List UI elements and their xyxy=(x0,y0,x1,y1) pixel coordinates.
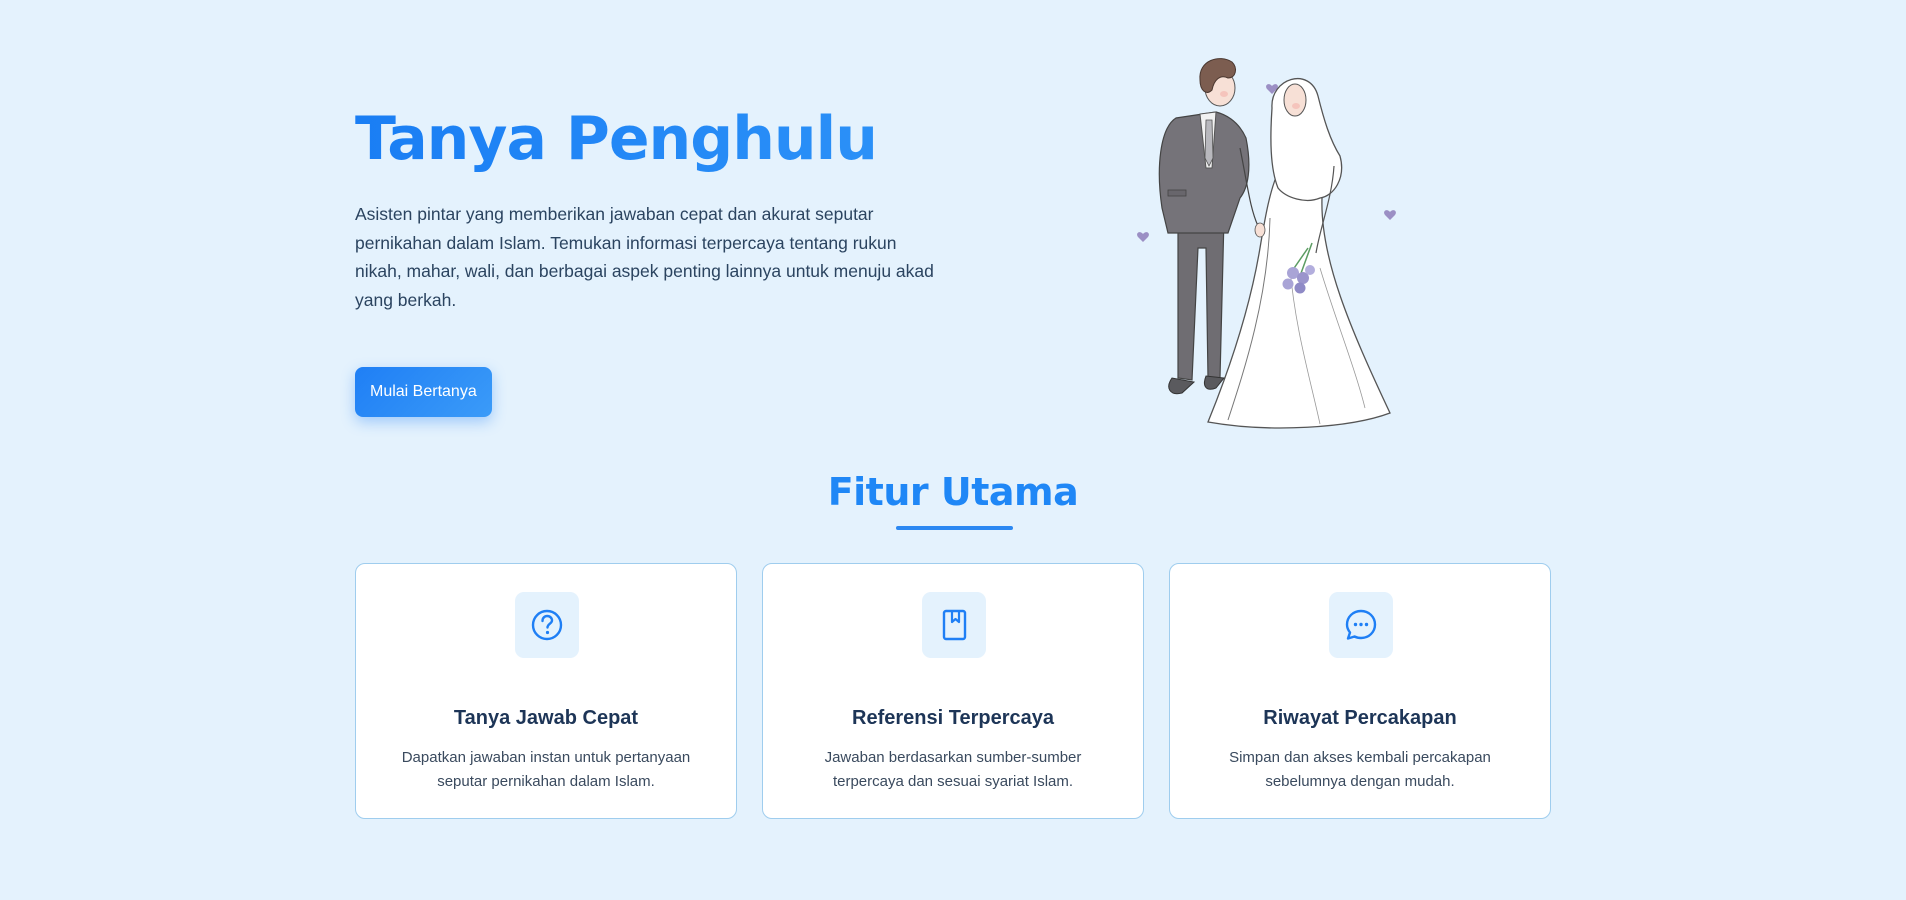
features-title-underline xyxy=(896,526,1013,530)
book-icon xyxy=(922,592,986,658)
features-title: Fitur Utama xyxy=(827,470,1079,514)
feature-card-quick-qa: Tanya Jawab Cepat Dapatkan jawaban insta… xyxy=(355,563,737,819)
feature-card-description: Simpan dan akses kembali percakapan sebe… xyxy=(1229,749,1491,790)
landing-page: Tanya Penghulu Asisten pintar yang membe… xyxy=(0,0,1906,900)
feature-card-title: Riwayat Percakapan xyxy=(1263,707,1457,729)
feature-card-description: Dapatkan jawaban instan untuk pertanyaan… xyxy=(401,749,691,790)
feature-card-description: Jawaban berdasarkan sumber-sumber terper… xyxy=(824,749,1082,790)
features-list: Tanya Jawab Cepat Dapatkan jawaban insta… xyxy=(355,563,1551,819)
feature-card-title: Referensi Terpercaya xyxy=(852,707,1054,729)
hero-section: Tanya Penghulu Asisten pintar yang membe… xyxy=(355,100,955,314)
wedding-couple-illustration xyxy=(1120,48,1450,433)
hero-description: Asisten pintar yang memberikan jawaban c… xyxy=(355,204,934,310)
hero-title: Tanya Penghulu xyxy=(355,100,955,178)
feature-card-conversation-history: Riwayat Percakapan Simpan dan akses kemb… xyxy=(1169,563,1551,819)
feature-card-title: Tanya Jawab Cepat xyxy=(453,707,639,729)
feature-card-trusted-references: Referensi Terpercaya Jawaban berdasarkan… xyxy=(762,563,1144,819)
start-asking-button[interactable]: Mulai Bertanya xyxy=(355,367,492,417)
chat-bubble-icon xyxy=(1329,592,1393,658)
question-circle-icon xyxy=(515,592,579,658)
